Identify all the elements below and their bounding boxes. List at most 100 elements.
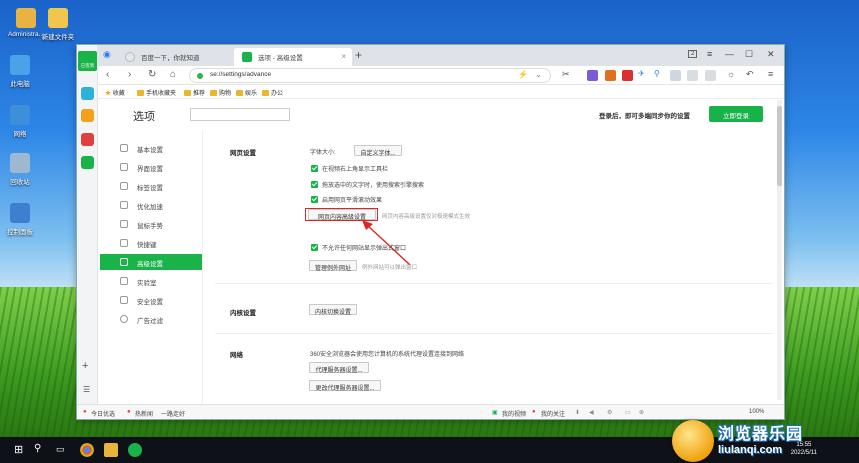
today-pick-link[interactable]: 今日优选 — [91, 409, 115, 418]
change-proxy-button[interactable]: 更改代理服务器设置... — [309, 380, 381, 392]
interface-icon — [120, 163, 128, 171]
fav-office[interactable]: 办公 — [262, 88, 283, 97]
desktop-icon-new-folder[interactable]: 新建文件夹 — [32, 8, 84, 41]
menu-item-adblock[interactable]: 广告过滤 — [100, 311, 202, 327]
explorer-icon[interactable] — [104, 443, 118, 457]
smooth-scroll-label: 启用网页平滑滚动效果 — [322, 198, 383, 204]
scrollbar-thumb[interactable] — [777, 106, 782, 186]
login-button[interactable]: 立即登录 — [709, 106, 763, 122]
menu-item-optimize[interactable]: 优化加速 — [100, 197, 202, 213]
forward-icon[interactable]: › — [128, 69, 131, 80]
favorites-bar: ★ 收藏 手机收藏夹 推荐 购物 娱乐 办公 — [77, 85, 784, 99]
download-icon[interactable]: ⬇ — [575, 409, 580, 416]
screenshot-icon[interactable] — [670, 70, 681, 81]
add-icon[interactable]: + — [82, 360, 88, 372]
task-view-icon[interactable]: ▭ — [56, 444, 65, 455]
360-browser-icon[interactable] — [128, 443, 142, 457]
undo-icon[interactable]: ↶ — [746, 69, 754, 80]
brave-icon[interactable] — [605, 70, 616, 81]
my-video-link[interactable]: 我的视频 — [502, 409, 526, 418]
maximize-icon[interactable]: ☐ — [745, 49, 753, 60]
tab-count-badge[interactable]: 2 — [688, 50, 698, 58]
folder-icon — [184, 90, 191, 96]
compass-icon[interactable]: ◉ — [103, 49, 111, 60]
menu-icon[interactable]: ≡ — [707, 49, 712, 59]
menu-item-tabs[interactable]: 标签设置 — [100, 178, 202, 194]
menu-item-interface[interactable]: 界面设置 — [100, 159, 202, 175]
weibo-icon[interactable] — [81, 133, 94, 146]
minimize-icon[interactable]: — — [725, 49, 734, 59]
desktop-icon-network[interactable]: 网络 — [0, 105, 46, 138]
grid-icon[interactable] — [687, 70, 698, 81]
extension-purple-icon[interactable] — [587, 70, 598, 81]
manage-exceptions-button[interactable]: 管理例外网址 — [309, 260, 357, 272]
folder-icon — [262, 90, 269, 96]
fav-mobile[interactable]: 手机收藏夹 — [137, 88, 176, 97]
desktop-icon-recycle-bin[interactable]: 回收站 — [0, 153, 46, 186]
menu-item-shortcuts[interactable]: 快捷键 — [100, 235, 202, 251]
menu-item-security[interactable]: 安全设置 — [100, 292, 202, 308]
keyboard-icon — [120, 239, 128, 247]
smooth-scroll-checkbox[interactable] — [311, 196, 318, 203]
proxy-settings-button[interactable]: 代理服务器设置... — [309, 362, 369, 374]
close-tab-icon[interactable]: × — [341, 52, 346, 61]
apps-icon[interactable] — [705, 70, 716, 81]
speaker-icon[interactable]: ◀ — [589, 409, 594, 416]
desktop-icon-control-panel[interactable]: 控制面板 — [0, 203, 46, 236]
close-window-icon[interactable]: ✕ — [767, 49, 775, 60]
url-dropdown-icon[interactable]: ⌄ — [535, 70, 542, 79]
settings-search-input[interactable] — [190, 108, 290, 121]
news-icon: ● — [127, 409, 131, 415]
fav-shopping[interactable]: 购物 — [210, 88, 231, 97]
network-icon — [10, 105, 30, 125]
extension-red-icon[interactable] — [622, 70, 633, 81]
plane-icon[interactable] — [81, 87, 94, 100]
start-icon[interactable]: ⊞ — [14, 443, 23, 456]
control-panel-icon — [10, 203, 30, 223]
back-icon[interactable]: ‹ — [106, 69, 109, 80]
scrollbar[interactable] — [777, 100, 782, 400]
kernel-switch-button[interactable]: 内核切换设置 — [309, 304, 357, 316]
desktop-icon-this-pc[interactable]: 此电脑 — [0, 55, 46, 88]
settings-gear-icon[interactable]: ☼ — [727, 69, 735, 79]
my-follow-link[interactable]: 我的关注 — [541, 409, 565, 418]
more-menu-icon[interactable]: ≡ — [768, 69, 773, 79]
speed-mode-icon[interactable]: ⚡ — [518, 70, 528, 79]
tab-baidu[interactable]: 百度一下，你就知道 — [117, 48, 232, 66]
today-pick-icon: ● — [83, 409, 87, 415]
fav-recommend[interactable]: 推荐 — [184, 88, 205, 97]
star-icon[interactable] — [81, 109, 94, 122]
reload-icon[interactable]: ↻ — [148, 69, 156, 80]
chrome-icon[interactable] — [80, 443, 94, 457]
checkin-badge[interactable]: 已签到 — [78, 51, 97, 71]
menu-item-lab[interactable]: 实验室 — [100, 273, 202, 289]
custom-font-button[interactable]: 自定义字体... — [354, 145, 402, 157]
address-bar: ‹ › ↻ ⌂ se://settings/advance ⚡ ⌄ ✂ ✈ ⚲ … — [77, 66, 784, 85]
home-icon[interactable]: ⌂ — [170, 69, 176, 80]
popup-checkbox[interactable] — [311, 244, 318, 251]
menu-item-advanced[interactable]: 高级设置 — [100, 254, 202, 270]
url-input[interactable]: se://settings/advance ⚡ ⌄ — [189, 68, 551, 83]
list-icon[interactable]: ☰ — [83, 385, 90, 394]
zoom-icon[interactable]: ⊕ — [639, 409, 644, 416]
menu-item-mouse-gesture[interactable]: 鼠标手势 — [100, 216, 202, 232]
drag-search-checkbox[interactable] — [311, 181, 318, 188]
new-tab-button[interactable]: + — [355, 48, 362, 62]
search-icon[interactable]: ⚲ — [34, 443, 41, 454]
monitor-icon[interactable]: ▭ — [625, 409, 631, 416]
cut-icon[interactable]: ✂ — [562, 69, 570, 80]
menu-item-basic[interactable]: 基本设置 — [100, 140, 202, 156]
search-icon[interactable]: ⚲ — [654, 69, 660, 78]
zoom-level[interactable]: 100% — [749, 409, 764, 415]
favorites-star[interactable]: ★ 收藏 — [105, 88, 125, 97]
translate-icon[interactable]: ✈ — [638, 69, 645, 78]
folder-icon — [210, 90, 217, 96]
hot-news-link[interactable]: 热新闻 — [135, 409, 153, 418]
video-toolbar-label: 在视频右上角显示工具栏 — [322, 167, 389, 173]
tools-icon[interactable]: ⚙ — [607, 409, 612, 416]
video-toolbar-checkbox[interactable] — [311, 165, 318, 172]
fav-entertainment[interactable]: 娱乐 — [236, 88, 257, 97]
news-headline[interactable]: 一路走好 — [161, 409, 185, 418]
app-icon[interactable] — [81, 156, 94, 169]
tab-settings[interactable]: 选项 - 高级设置 × — [234, 48, 352, 66]
